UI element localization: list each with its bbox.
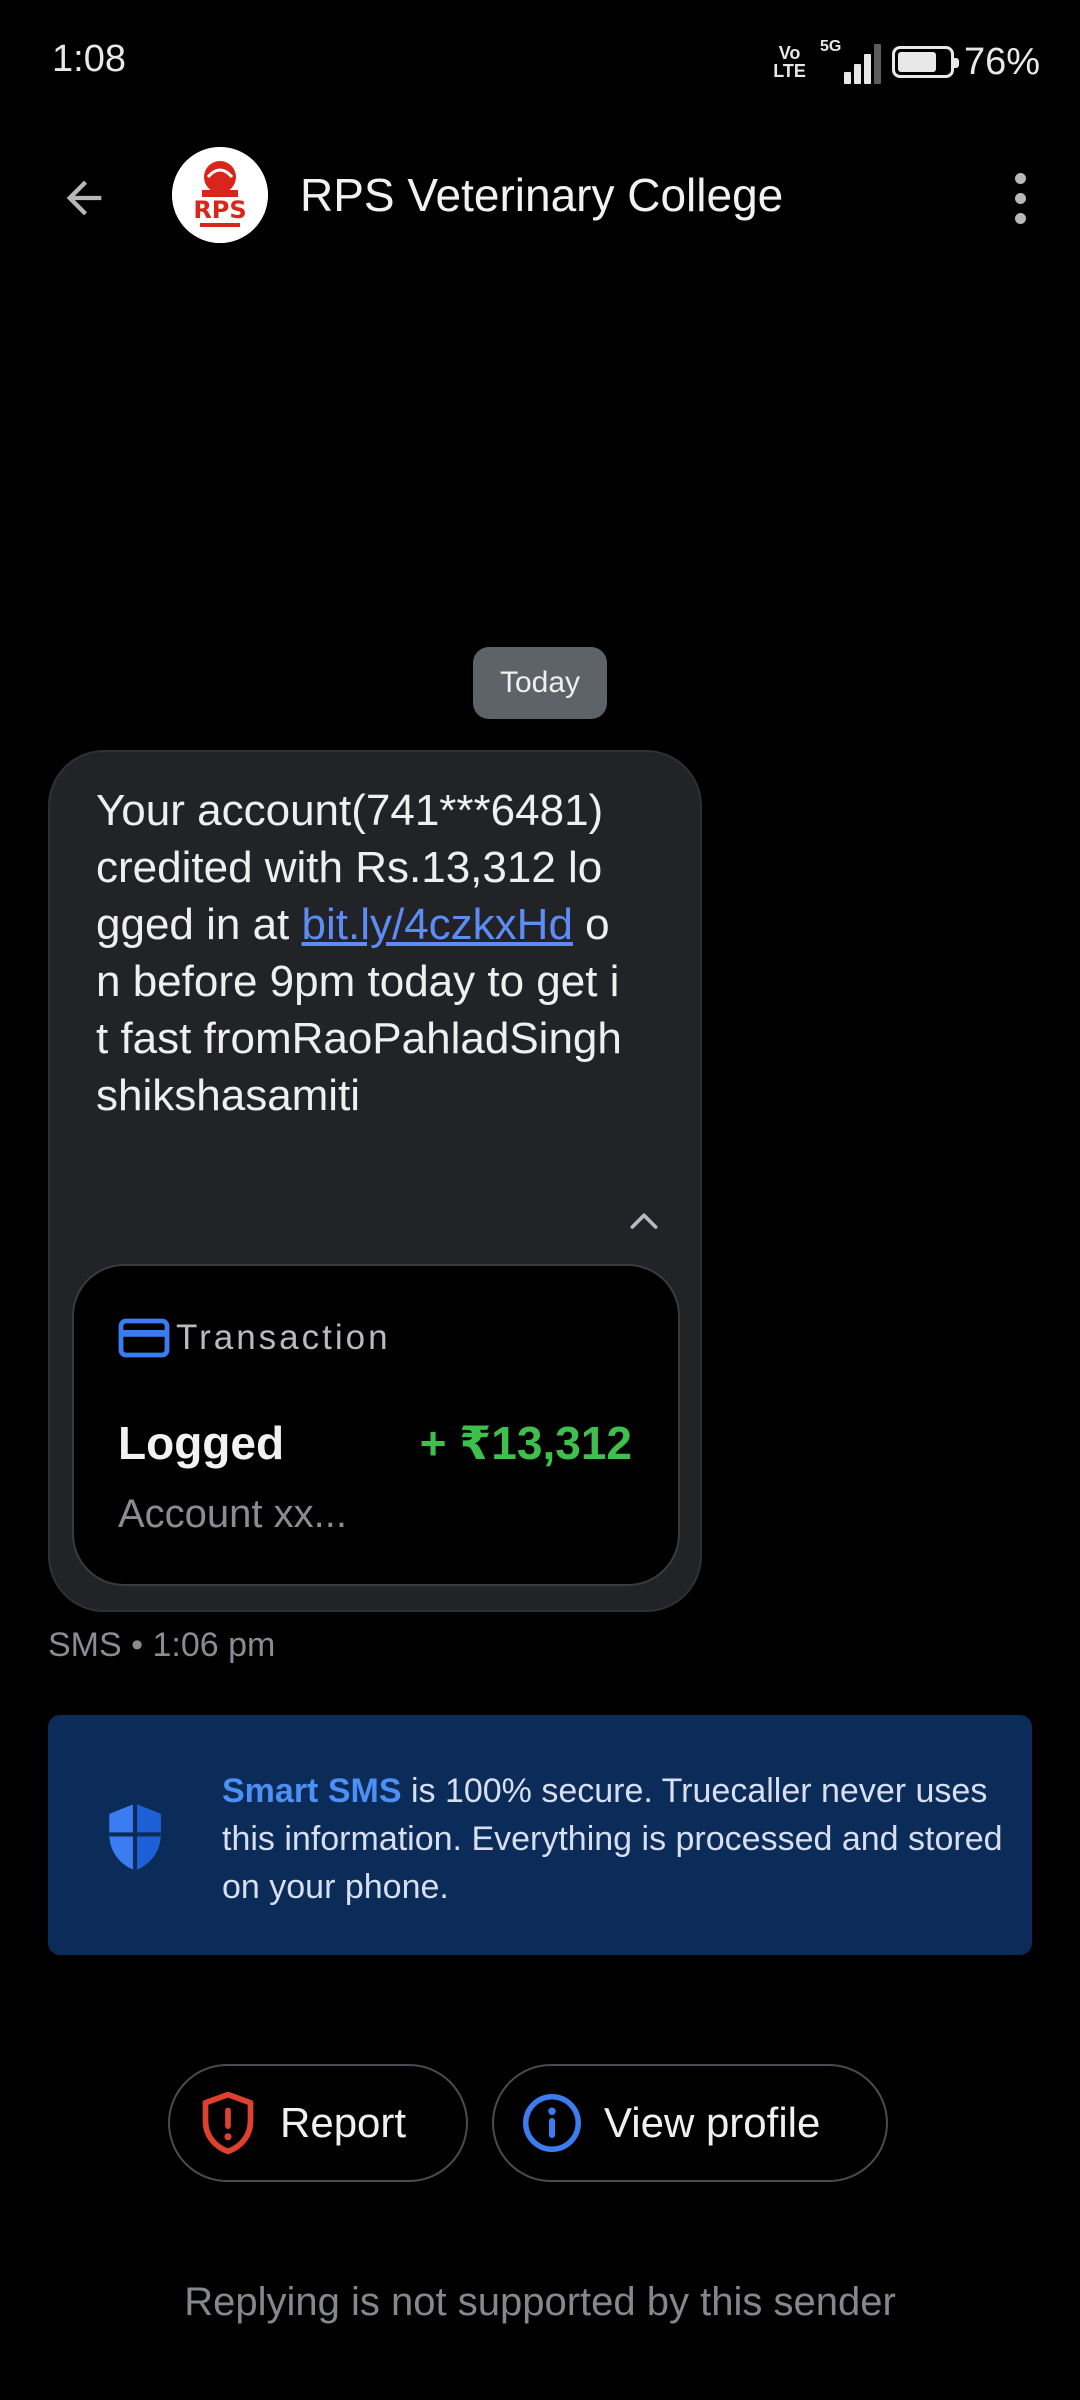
message-text: Your account(741***6481) credited with R… bbox=[96, 786, 622, 1120]
reply-not-supported-note: Replying is not supported by this sender bbox=[184, 2280, 896, 2324]
volte-icon: Vo LTE bbox=[773, 43, 806, 81]
date-chip: Today bbox=[473, 647, 607, 719]
shield-icon bbox=[109, 1803, 161, 1871]
message-link[interactable]: bit.ly/4czkxHd bbox=[302, 900, 573, 949]
transaction-status: Logged bbox=[118, 1417, 285, 1469]
signal-5g-icon: 5G bbox=[820, 38, 881, 84]
banner-strong-text: Smart SMS bbox=[222, 1772, 402, 1810]
status-bar: 1:08 Vo LTE 5G 76% bbox=[0, 0, 1080, 120]
collapse-button[interactable] bbox=[614, 1192, 674, 1252]
conversation-header: RPS RPS Veterinary College bbox=[0, 130, 1080, 260]
rps-logo-icon: RPS bbox=[172, 147, 268, 243]
battery-icon bbox=[891, 46, 959, 78]
chevron-up-icon bbox=[630, 1213, 658, 1229]
banner-text: Smart SMS is 100% secure. Truecaller nev… bbox=[222, 1772, 1003, 1906]
smart-sms-banner: Smart SMS is 100% secure. Truecaller nev… bbox=[48, 1715, 1032, 1955]
sender-name[interactable]: RPS Veterinary College bbox=[300, 168, 783, 222]
transaction-account: Account xx... bbox=[118, 1492, 347, 1536]
status-icons: Vo LTE 5G 76% bbox=[773, 36, 1040, 88]
message-bubble[interactable]: Your account(741***6481) credited with R… bbox=[48, 750, 702, 1612]
transaction-title: Transaction bbox=[176, 1318, 391, 1357]
more-vertical-icon bbox=[1014, 172, 1026, 184]
more-options-button[interactable] bbox=[980, 158, 1060, 238]
transaction-card[interactable]: Transaction Logged + ₹13,312 Account xx.… bbox=[72, 1264, 680, 1586]
message-meta: SMS • 1:06 pm bbox=[48, 1626, 276, 1664]
status-time: 1:08 bbox=[52, 38, 126, 80]
transaction-header: Transaction bbox=[118, 1318, 391, 1358]
report-label: Report bbox=[280, 2099, 407, 2146]
shield-alert-icon bbox=[198, 2091, 258, 2155]
sender-avatar[interactable]: RPS bbox=[172, 147, 268, 243]
transaction-amount: + ₹13,312 bbox=[419, 1417, 632, 1469]
back-button[interactable] bbox=[44, 158, 124, 238]
view-profile-label: View profile bbox=[604, 2099, 821, 2146]
svg-text:RPS: RPS bbox=[193, 196, 246, 224]
battery-percent: 76% bbox=[963, 40, 1040, 83]
view-profile-button[interactable]: View profile bbox=[492, 2064, 888, 2182]
credit-card-icon bbox=[118, 1318, 170, 1358]
report-button[interactable]: Report bbox=[168, 2064, 468, 2182]
info-icon bbox=[522, 2093, 582, 2153]
battery-indicator: 76% bbox=[891, 40, 1040, 84]
arrow-left-icon bbox=[66, 180, 102, 216]
